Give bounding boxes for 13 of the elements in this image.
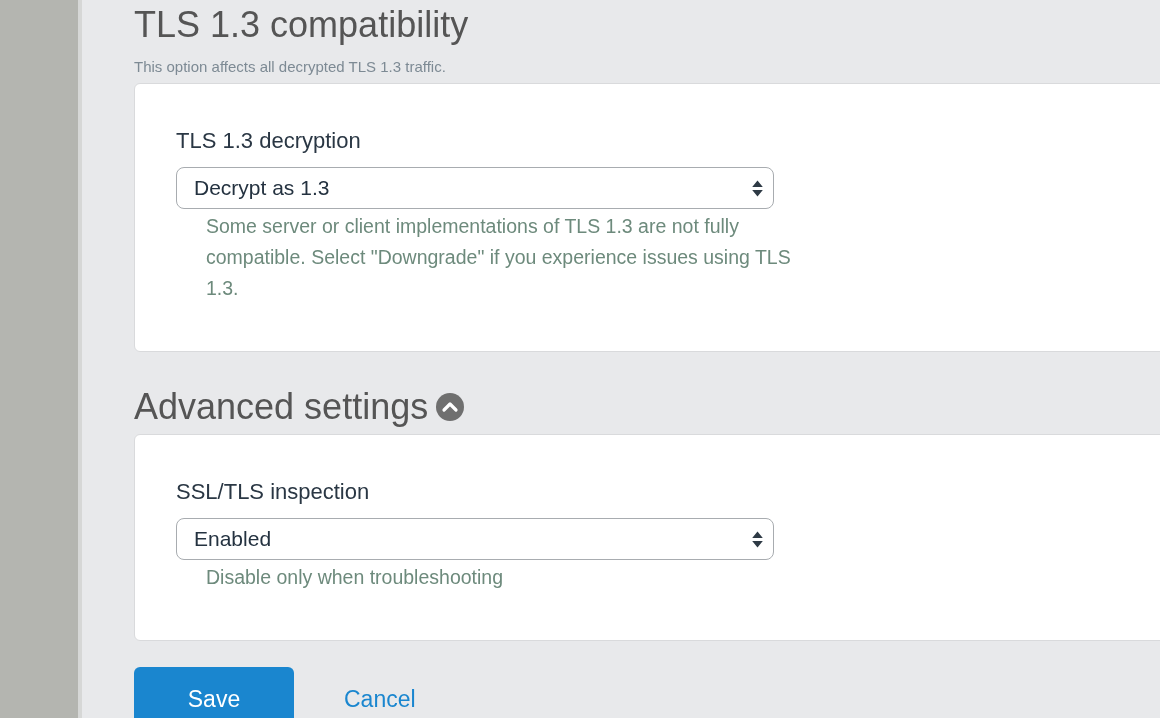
chevron-up-icon[interactable] (436, 393, 465, 421)
updown-arrows-icon (752, 179, 763, 197)
save-button[interactable]: Save (134, 667, 294, 718)
dropdown[interactable]: Decrypt as 1.3 (176, 167, 774, 209)
field-label: TLS 1.3 decryption (176, 128, 362, 154)
section-heading: TLS 1.3 compatibility (134, 4, 469, 46)
field-label: SSL/TLS inspection (176, 479, 371, 505)
updown-arrows-icon (752, 530, 763, 548)
help-text: Disable only when troubleshooting (206, 565, 505, 590)
dropdown[interactable]: Enabled (176, 518, 774, 560)
section-heading: Advanced settings (134, 386, 429, 428)
help-text: Some server or client implementations of TLS 1.3 are not fully compatible. Select "Downgrade" if you experience issues using TLS 1.3. (206, 214, 792, 301)
section-description: This option affects all decrypted TLS 1.3 traffic. (134, 58, 447, 75)
